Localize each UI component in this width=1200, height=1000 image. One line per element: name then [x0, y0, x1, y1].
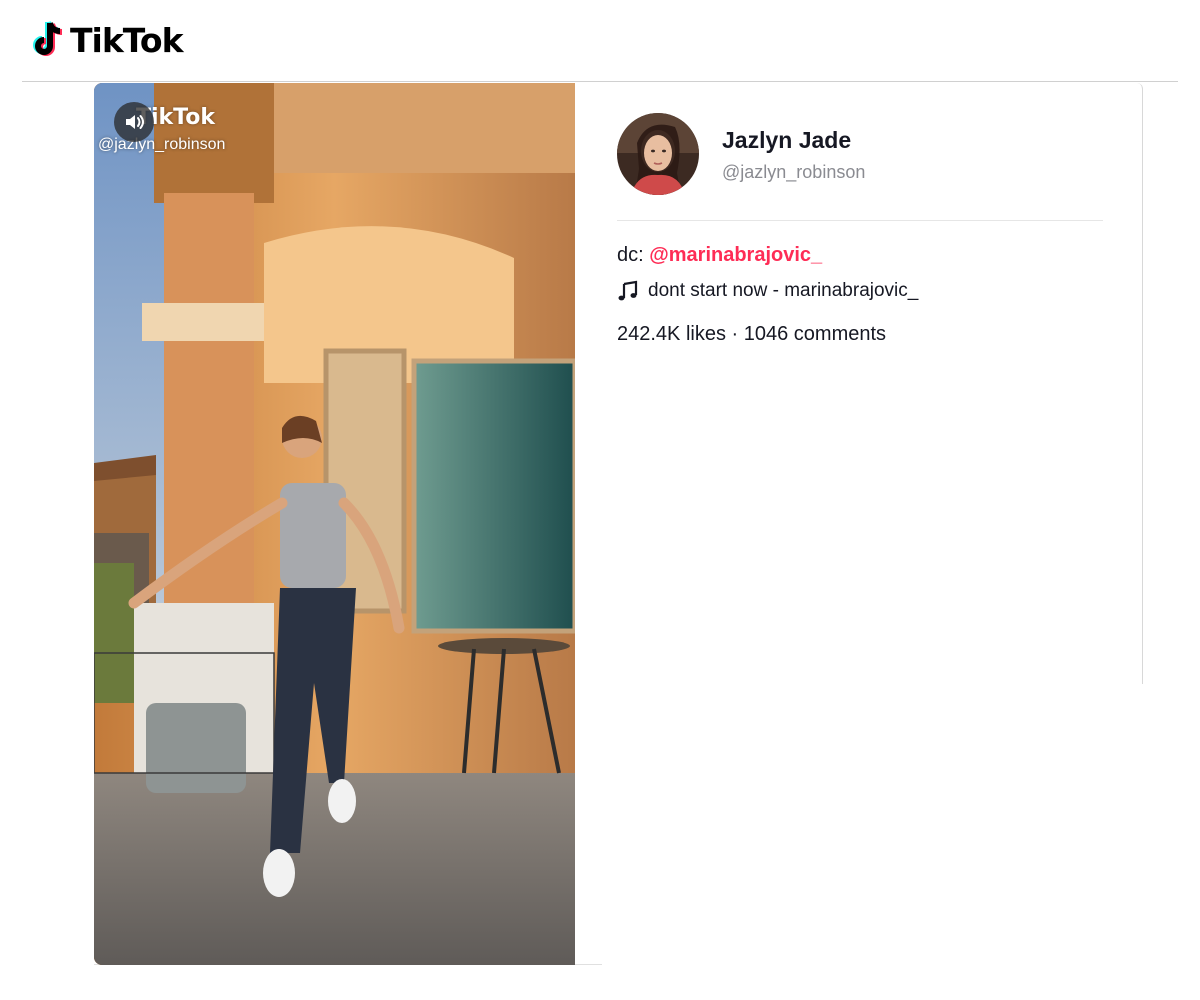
video-caption: dc: @marinabrajovic_: [617, 244, 822, 267]
author-handle[interactable]: @jazlyn_robinson: [722, 162, 865, 183]
stats-separator: ·: [725, 323, 744, 345]
comments-count: 1046 comments: [743, 323, 887, 345]
video-stats: 242.4K likes · 1046 comments: [617, 323, 886, 346]
header-divider: [22, 81, 1178, 82]
video-player[interactable]: TikTok @jazlyn_robinson: [94, 83, 575, 965]
logo-wordmark: TikTok: [70, 20, 184, 60]
mute-button[interactable]: [114, 102, 154, 142]
profile-divider: [617, 220, 1103, 221]
author-name[interactable]: Jazlyn Jade: [722, 127, 851, 154]
caption-mention-link[interactable]: @marinabrajovic_: [649, 244, 822, 266]
tiktok-note-icon: [33, 21, 63, 56]
tiktok-logo[interactable]: TikTok: [30, 18, 184, 62]
music-link[interactable]: dont start now - marinabrajovic_: [617, 280, 918, 302]
caption-text: dc:: [617, 244, 650, 266]
video-frame: [94, 83, 575, 965]
music-title: dont start now - marinabrajovic_: [648, 280, 919, 301]
music-note-icon: [618, 280, 638, 301]
likes-count: 242.4K likes: [617, 323, 726, 345]
avatar[interactable]: [617, 113, 699, 195]
avatar-image: [617, 113, 699, 195]
speaker-icon: [126, 115, 144, 129]
top-bar: TikTok: [0, 0, 1200, 82]
